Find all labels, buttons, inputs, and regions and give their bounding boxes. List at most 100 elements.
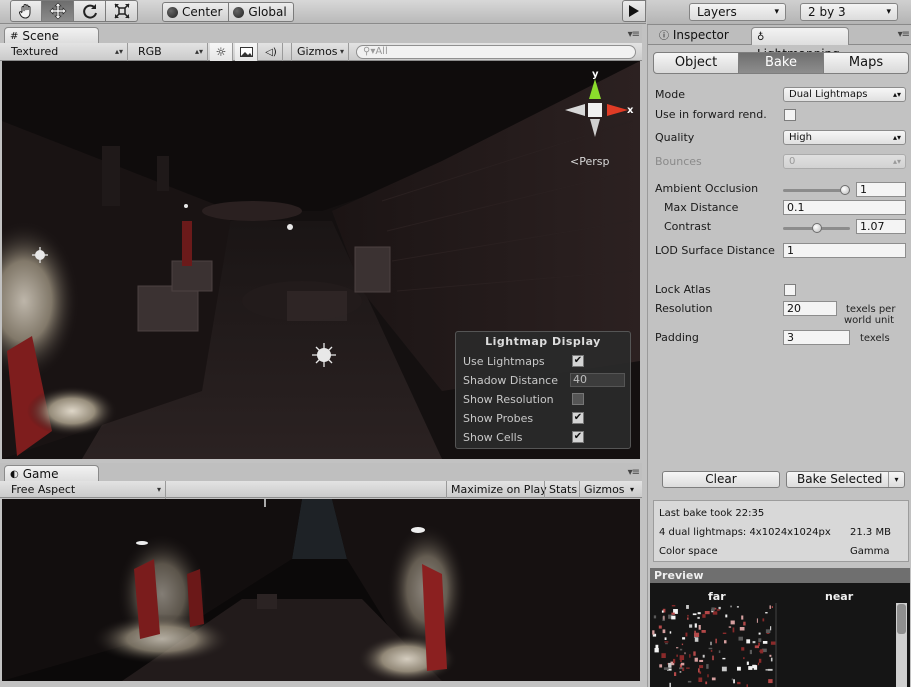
scene-tab-bar: # Scene ▾≡ (0, 25, 642, 44)
main-toolbar: Center Global (0, 0, 646, 24)
lightmap-size-text: 21.3 MB (850, 527, 891, 538)
layout-dropdown[interactable]: 2 by 3 ▾ (800, 3, 898, 21)
aspect-dropdown[interactable]: Free Aspect ▾ (6, 481, 166, 499)
play-button[interactable] (622, 0, 646, 22)
pivot-mode-button[interactable]: Center (162, 2, 230, 22)
hand-tool-button[interactable] (10, 0, 42, 22)
resolution-label: Resolution (655, 302, 713, 315)
scene-grid-icon: # (10, 30, 19, 42)
transform-tools (10, 0, 138, 22)
preview-header: Preview (650, 568, 910, 583)
use-lightmaps-label: Use Lightmaps (463, 355, 545, 368)
bake-selected-button[interactable]: Bake Selected ▾ (786, 471, 905, 488)
speaker-icon: ◁) (265, 46, 277, 58)
scene-audio-toggle[interactable]: ◁) (260, 43, 283, 61)
padding-field[interactable]: 3 (783, 330, 850, 345)
right-toolbar: Layers ▾ 2 by 3 ▾ (647, 0, 911, 25)
use-lightmaps-checkbox[interactable]: ✔ (572, 355, 584, 367)
lightmap-display-title: Lightmap Display (485, 335, 601, 348)
bounces-dropdown[interactable]: 0 ▴▾ (783, 154, 906, 169)
ambient-occlusion-field[interactable]: 1 (856, 182, 906, 197)
show-probes-label: Show Probes (463, 412, 534, 425)
image-icon (239, 47, 253, 57)
stats-button[interactable]: Stats (544, 481, 581, 498)
resolution-field[interactable]: 20 (783, 301, 837, 316)
mode-label: Mode (655, 88, 685, 101)
tab-object[interactable]: Object (653, 52, 739, 74)
game-viewport[interactable] (2, 499, 640, 681)
persp-label[interactable]: <Persp (570, 155, 609, 168)
scene-lighting-toggle[interactable]: ☼ (210, 43, 233, 61)
contrast-slider-thumb[interactable] (811, 223, 822, 233)
move-icon (49, 2, 66, 20)
max-distance-label: Max Distance (664, 201, 739, 214)
tab-inspector[interactable]: ⓘ Inspector (654, 27, 746, 45)
layers-dropdown[interactable]: Layers ▾ (689, 3, 786, 21)
right-tab-bar: ⓘ Inspector ♁ Lightmapping ▾≡ (648, 25, 911, 61)
right-panel-menu-icon[interactable]: ▾≡ (898, 29, 910, 40)
gizmos-dropdown[interactable]: Gizmos ▾ (291, 43, 349, 61)
show-probes-checkbox[interactable]: ✔ (572, 412, 584, 424)
show-cells-checkbox[interactable]: ✔ (572, 431, 584, 443)
show-resolution-checkbox[interactable] (572, 393, 584, 405)
quality-dropdown[interactable]: High ▴▾ (783, 130, 906, 145)
game-toolbar: Free Aspect ▾ Maximize on Play Stats Gizm… (0, 481, 642, 499)
mode-dropdown[interactable]: Dual Lightmaps ▴▾ (783, 87, 906, 102)
tab-game[interactable]: ◐ Game (4, 465, 99, 482)
axis-x-label: x (627, 105, 634, 116)
lod-surface-distance-field[interactable]: 1 (783, 243, 906, 258)
info-icon: ⓘ (659, 31, 669, 42)
forward-rendering-checkbox[interactable] (784, 109, 796, 121)
play-icon (629, 5, 639, 17)
lightbulb-icon: ♁ (757, 32, 765, 43)
pivot-center-icon (167, 6, 178, 18)
lightmap-preview: far near (650, 583, 910, 687)
lightmap-count-text: 4 dual lightmaps: 4x1024x1024px (659, 527, 831, 538)
tab-lightmapping[interactable]: ♁ Lightmapping (751, 27, 849, 61)
move-tool-button[interactable] (42, 0, 74, 22)
globe-icon (233, 6, 245, 18)
lod-surface-distance-label: LOD Surface Distance (655, 244, 775, 257)
pivot-rotation-button[interactable]: Global (229, 2, 294, 22)
color-mode-dropdown[interactable]: RGB ▴▾ (133, 43, 208, 61)
max-distance-field[interactable]: 0.1 (783, 200, 906, 215)
show-resolution-label: Show Resolution (463, 393, 554, 406)
show-cells-label: Show Cells (463, 431, 523, 444)
lightmapping-mode-tabs: Object Bake Maps (653, 52, 909, 74)
lightmapping-panel: ⓘ Inspector ♁ Lightmapping ▾≡ Object Bak… (647, 25, 911, 687)
padding-unit: texels (860, 333, 890, 344)
lock-atlas-checkbox[interactable] (784, 284, 796, 296)
hand-icon (18, 4, 31, 19)
render-mode-dropdown[interactable]: Textured ▴▾ (6, 43, 128, 61)
contrast-field[interactable]: 1.07 (856, 219, 906, 234)
scene-search-input[interactable]: ⚲▾All (356, 45, 636, 59)
maximize-on-play-button[interactable]: Maximize on Play (446, 481, 551, 498)
rotate-icon (82, 4, 97, 19)
scale-tool-button[interactable] (106, 0, 138, 22)
contrast-label: Contrast (664, 220, 712, 233)
tab-maps[interactable]: Maps (824, 52, 909, 74)
tab-bake[interactable]: Bake (739, 52, 824, 74)
resolution-unit-line2: world unit (844, 315, 895, 326)
tab-scene[interactable]: # Scene (4, 27, 99, 44)
scene-image-toggle[interactable] (235, 43, 258, 61)
scene-toolbar: Textured ▴▾ RGB ▴▾ ☼ ◁) Gizmos ▾ ⚲▾All (0, 43, 642, 61)
bake-info-box: Last bake took 22:35 4 dual lightmaps: 4… (653, 500, 909, 562)
game-gizmos-dropdown[interactable]: Gizmos ▾ (579, 481, 637, 498)
shadow-distance-field[interactable]: 40 (570, 373, 625, 387)
lightmap-display-overlay: Lightmap Display Use Lightmaps ✔ Shadow … (455, 331, 631, 449)
rotate-tool-button[interactable] (74, 0, 106, 22)
resolution-unit-line1: texels per (846, 304, 896, 315)
clear-button[interactable]: Clear (662, 471, 780, 488)
color-space-label: Color space (659, 546, 718, 557)
padding-label: Padding (655, 331, 699, 344)
bake-options-dropdown-icon[interactable]: ▾ (888, 472, 904, 487)
game-render (2, 499, 640, 681)
ambient-occlusion-slider-thumb[interactable] (840, 185, 850, 195)
game-panel-menu-icon[interactable]: ▾≡ (628, 467, 640, 478)
lock-atlas-label: Lock Atlas (655, 283, 711, 296)
panel-menu-icon[interactable]: ▾≡ (628, 29, 640, 40)
color-space-value: Gamma (850, 546, 890, 557)
game-controller-icon: ◐ (10, 468, 19, 480)
last-bake-text: Last bake took 22:35 (659, 508, 765, 519)
